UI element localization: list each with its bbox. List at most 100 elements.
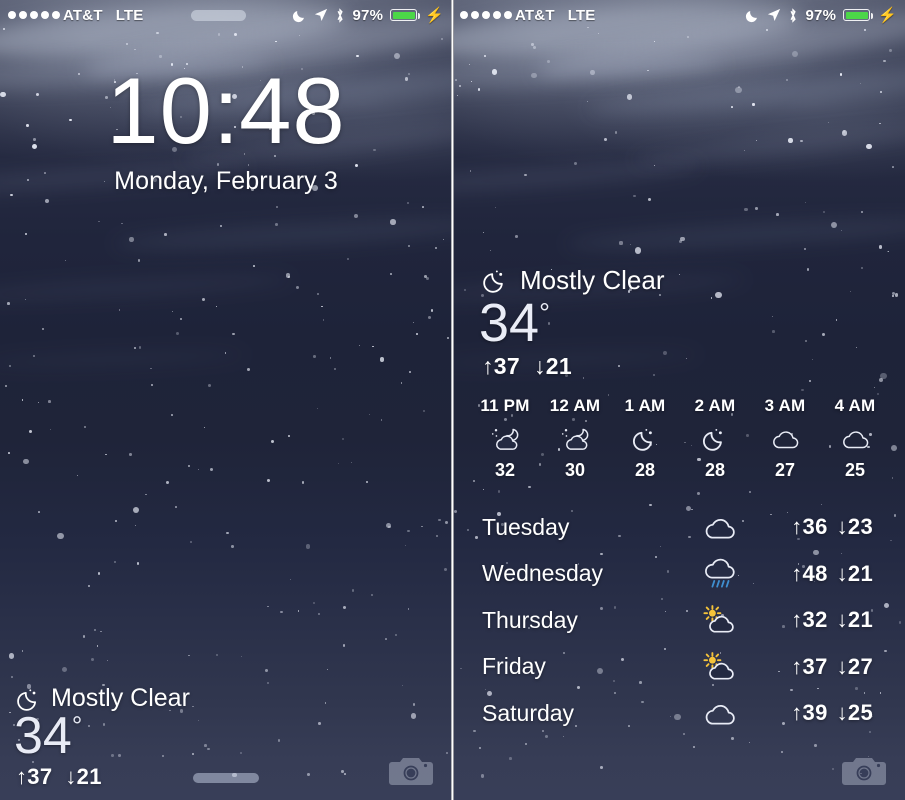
charging-bolt-icon: ⚡ bbox=[425, 7, 444, 24]
moon-clear-icon bbox=[482, 267, 509, 294]
home-grabber[interactable] bbox=[193, 773, 259, 783]
current-condition-label: Mostly Clear bbox=[520, 265, 665, 295]
signal-dot bbox=[41, 11, 49, 19]
notification-center-phone: AT&T LTE 97% ⚡ Mostly Clear 34° ↑37 ↓21 … bbox=[452, 0, 905, 800]
daily-row[interactable]: Saturday ↑39 ↓25 bbox=[470, 690, 895, 737]
daily-day-label: Friday bbox=[482, 653, 546, 680]
weather-panel: Mostly Clear 34° ↑37 ↓21 11 PM 32 12 AM bbox=[452, 0, 905, 800]
current-highlow: ↑37 ↓21 bbox=[482, 353, 664, 380]
camera-icon[interactable] bbox=[841, 754, 887, 788]
cloud-icon bbox=[680, 514, 760, 541]
daily-high: ↑36 bbox=[791, 514, 828, 540]
daily-row[interactable]: Wednesday ↑48 ↓21 bbox=[470, 551, 895, 598]
daily-day-label: Wednesday bbox=[482, 560, 604, 587]
lock-weather-widget[interactable]: Mostly Clear 34° ↑37 ↓21 bbox=[14, 684, 190, 790]
daily-row[interactable]: Tuesday ↑36 ↓23 bbox=[470, 504, 895, 551]
battery-icon bbox=[390, 9, 421, 21]
hourly-temp: 28 bbox=[634, 460, 656, 480]
current-weather-summary: Mostly Clear 34° ↑37 ↓21 bbox=[479, 265, 665, 380]
battery-percent-label: 97% bbox=[805, 6, 837, 24]
lock-weather-low: ↓21 bbox=[65, 764, 102, 789]
panel-divider bbox=[451, 0, 454, 800]
hourly-item[interactable]: 3 AM 27 bbox=[750, 396, 820, 481]
status-bar-pill bbox=[190, 9, 246, 21]
daily-high: ↑32 bbox=[791, 607, 828, 633]
signal-dots-icon bbox=[460, 11, 512, 19]
current-low: ↓21 bbox=[533, 353, 572, 379]
hourly-item[interactable]: 2 AM 28 bbox=[680, 396, 750, 481]
clock-hours: 10 bbox=[106, 58, 213, 163]
bluetooth-icon bbox=[335, 7, 345, 23]
hourly-forecast[interactable]: 11 PM 32 12 AM 30 1 AM 28 2 AM 28 3 AM 2… bbox=[470, 396, 890, 481]
hourly-time: 11 PM bbox=[480, 396, 530, 415]
location-arrow-icon bbox=[767, 8, 781, 22]
hourly-temp: 28 bbox=[704, 460, 726, 480]
daily-day-label: Saturday bbox=[482, 699, 575, 726]
signal-dots-icon bbox=[8, 11, 60, 19]
current-high: ↑37 bbox=[482, 353, 520, 379]
camera-icon[interactable] bbox=[388, 754, 434, 788]
clock-date: Monday, February 3 bbox=[114, 166, 338, 195]
charging-bolt-icon: ⚡ bbox=[878, 7, 897, 24]
moon-cloud-icon bbox=[470, 421, 540, 457]
hourly-item[interactable]: 1 AM 28 bbox=[610, 396, 680, 481]
daily-highlow: ↑37 ↓27 bbox=[760, 654, 895, 680]
daily-forecast[interactable]: Tuesday ↑36 ↓23 Wednesday ↑48 ↓21 Thursday bbox=[470, 504, 895, 737]
network-label: LTE bbox=[567, 6, 596, 24]
carrier-label: AT&T bbox=[63, 6, 103, 24]
daily-high: ↑37 bbox=[791, 653, 828, 679]
moon-icon bbox=[680, 421, 750, 457]
signal-dot bbox=[19, 11, 27, 19]
rain-icon bbox=[680, 557, 760, 590]
daily-high: ↑39 bbox=[791, 700, 828, 726]
daily-low: ↓25 bbox=[836, 700, 873, 726]
degree-symbol: ° bbox=[71, 710, 83, 741]
moon-icon bbox=[610, 421, 680, 457]
sun-cloud-icon bbox=[680, 605, 760, 635]
network-label: LTE bbox=[115, 6, 144, 24]
daily-low: ↓27 bbox=[836, 653, 873, 679]
lock-weather-temperature: 34° bbox=[14, 710, 190, 762]
hourly-temp: 32 bbox=[494, 460, 516, 480]
daily-low: ↓23 bbox=[836, 514, 873, 540]
daily-row[interactable]: Friday ↑37 ↓27 bbox=[470, 644, 895, 691]
lock-weather-high: ↑37 bbox=[16, 764, 53, 789]
status-bar-right: AT&T LTE 97% ⚡ bbox=[452, 0, 905, 30]
hourly-time: 4 AM bbox=[834, 396, 876, 415]
hourly-temp: 27 bbox=[774, 460, 796, 480]
lock-screen-phone: AT&T LTE 97% ⚡ 10:48 Monday, February 3 … bbox=[0, 0, 452, 800]
signal-dot bbox=[482, 11, 490, 19]
hourly-item[interactable]: 11 PM 32 bbox=[470, 396, 540, 481]
hourly-time: 1 AM bbox=[624, 396, 666, 415]
hourly-temp: 30 bbox=[564, 460, 586, 480]
lock-temp-value: 34 bbox=[14, 707, 72, 766]
clock-time: 10:48 bbox=[0, 61, 452, 161]
hourly-time: 2 AM bbox=[694, 396, 736, 415]
current-temperature: 34° bbox=[479, 296, 664, 350]
daily-row[interactable]: Thursday ↑32 ↓21 bbox=[470, 597, 895, 644]
current-temp-value: 34 bbox=[479, 293, 540, 353]
hourly-temp: 25 bbox=[844, 460, 866, 480]
signal-dot bbox=[52, 11, 60, 19]
moon-dnd-icon bbox=[745, 8, 760, 23]
cloud-icon bbox=[820, 421, 890, 457]
signal-dot bbox=[493, 11, 501, 19]
lock-clock: 10:48 Monday, February 3 bbox=[0, 61, 452, 196]
daily-day-label: Tuesday bbox=[482, 513, 570, 540]
daily-highlow: ↑48 ↓21 bbox=[760, 561, 895, 587]
battery-percent-label: 97% bbox=[352, 6, 384, 24]
signal-dot bbox=[8, 11, 16, 19]
daily-highlow: ↑36 ↓23 bbox=[760, 514, 895, 540]
hourly-time: 12 AM bbox=[549, 396, 601, 415]
hourly-item[interactable]: 4 AM 25 bbox=[820, 396, 890, 481]
signal-dot bbox=[460, 11, 468, 19]
hourly-item[interactable]: 12 AM 30 bbox=[540, 396, 610, 481]
hourly-time: 3 AM bbox=[764, 396, 806, 415]
degree-symbol: ° bbox=[539, 298, 550, 328]
sun-cloud-icon bbox=[680, 652, 760, 682]
battery-icon bbox=[843, 9, 874, 21]
daily-highlow: ↑32 ↓21 bbox=[760, 607, 895, 633]
bluetooth-icon bbox=[788, 7, 798, 23]
cloud-icon bbox=[680, 700, 760, 727]
daily-day-label: Thursday bbox=[482, 606, 578, 633]
